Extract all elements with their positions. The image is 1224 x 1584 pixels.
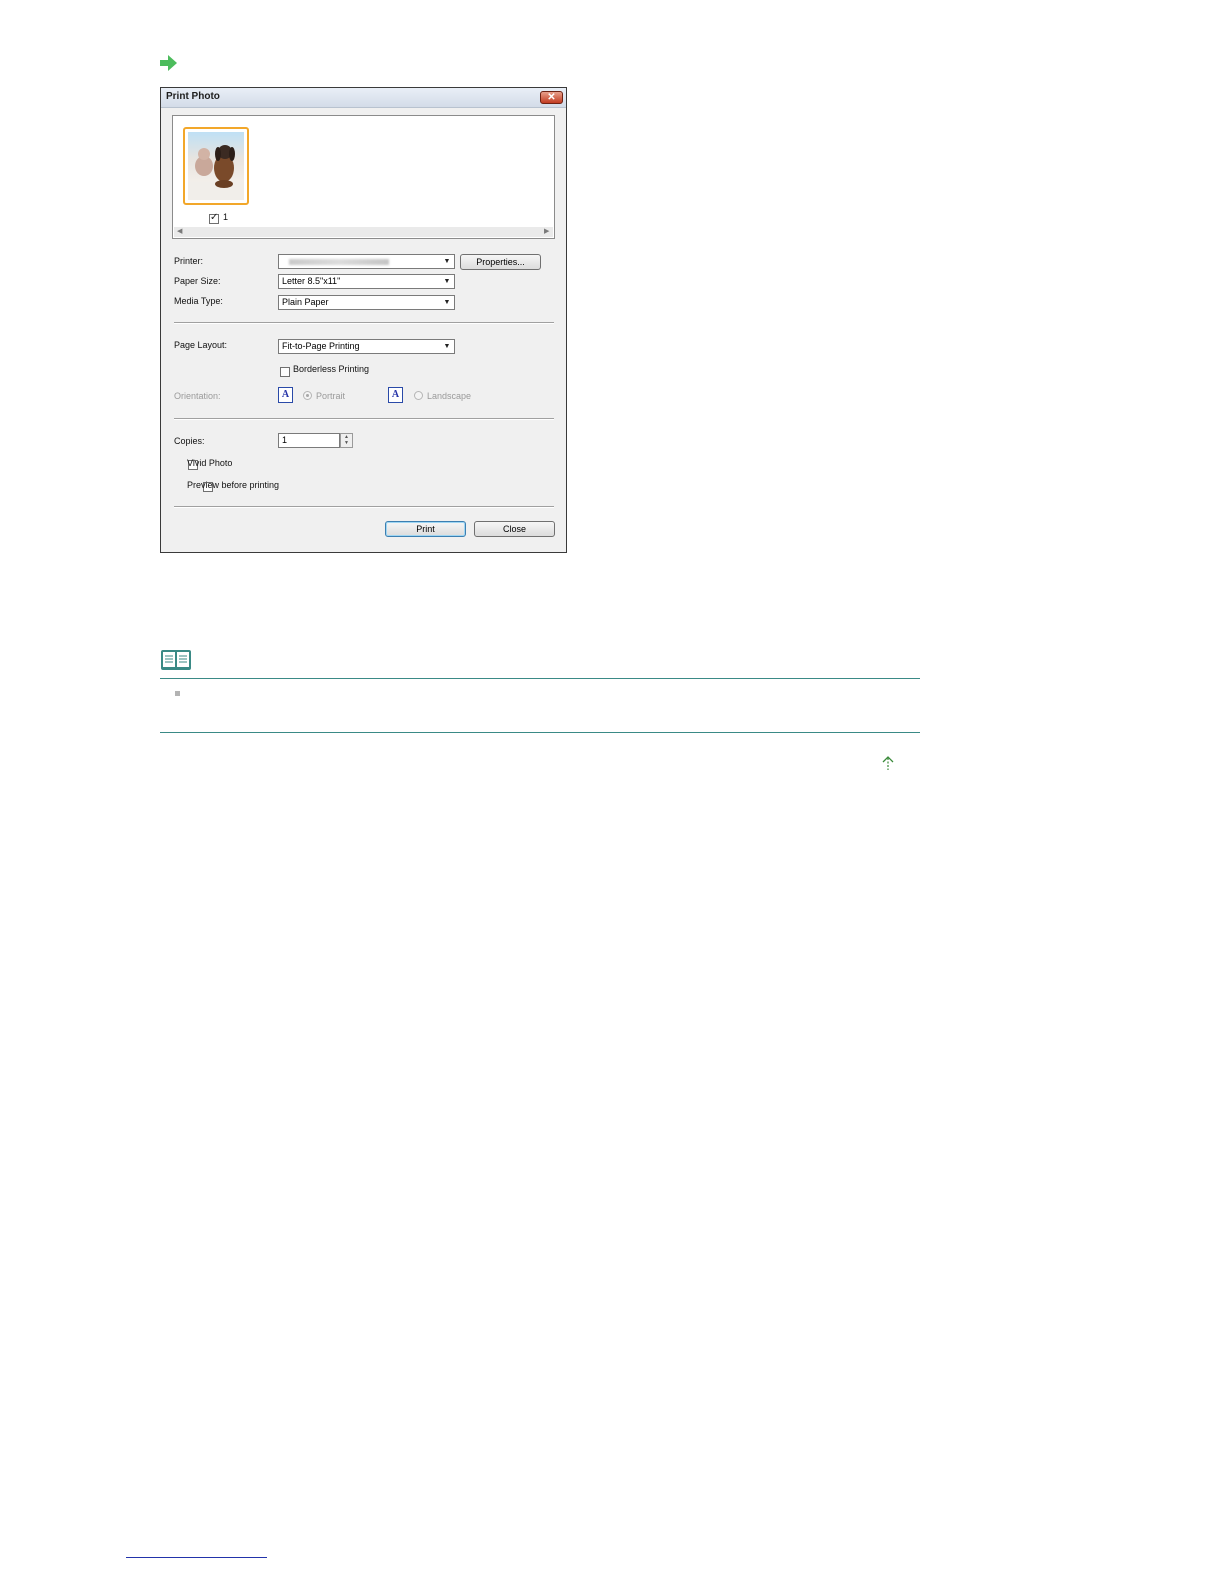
note-bottom-rule — [160, 732, 920, 733]
landscape-label: Landscape — [427, 391, 472, 401]
thumbnail-number: 1 — [223, 212, 229, 222]
media-type-label: Media Type: — [174, 296, 223, 306]
print-button[interactable]: Print — [385, 521, 466, 537]
borderless-printing-checkbox[interactable] — [280, 367, 290, 377]
photo-image — [188, 132, 244, 200]
scroll-left-icon[interactable]: ◀ — [177, 227, 182, 235]
stepper-down-icon[interactable]: ▼ — [341, 440, 352, 446]
printer-select[interactable]: ▼ — [278, 254, 455, 269]
note-top-rule — [160, 678, 920, 679]
thumbnail-panel: 1 ◀ ▶ — [172, 115, 555, 239]
page-layout-value: Fit-to-Page Printing — [282, 341, 360, 351]
dialog-title: Print Photo — [166, 91, 220, 102]
thumbnail-checkbox[interactable] — [209, 211, 219, 224]
page-layout-label: Page Layout: — [174, 340, 228, 350]
printer-label: Printer: — [174, 256, 204, 266]
preview-before-printing-label: Preview before printing — [187, 480, 280, 490]
close-window-button[interactable]: ✕ — [540, 91, 563, 104]
page-layout-select[interactable]: Fit-to-Page Printing ▼ — [278, 339, 455, 354]
paper-size-value: Letter 8.5"x11" — [282, 276, 341, 286]
copies-stepper[interactable]: ▲ ▼ — [340, 433, 353, 448]
separator — [174, 418, 554, 420]
thumbnail-scrollbar[interactable]: ◀ ▶ — [174, 227, 553, 237]
media-type-select[interactable]: Plain Paper ▼ — [278, 295, 455, 310]
footer-line — [126, 1557, 267, 1558]
copies-label: Copies: — [174, 436, 205, 446]
copies-input[interactable]: 1 — [278, 433, 340, 448]
print-photo-dialog: Print Photo ✕ 1 — [160, 87, 567, 553]
properties-button[interactable]: Properties... — [460, 254, 541, 270]
chevron-down-icon: ▼ — [443, 278, 451, 285]
photo-content — [188, 145, 244, 200]
printer-name-redacted — [289, 259, 389, 265]
separator — [174, 506, 554, 508]
chevron-down-icon: ▼ — [443, 258, 451, 265]
close-button[interactable]: Close — [474, 521, 555, 537]
photo-thumbnail[interactable] — [183, 127, 249, 205]
chevron-down-icon: ▼ — [443, 299, 451, 306]
dialog-titlebar: Print Photo ✕ — [161, 88, 566, 108]
portrait-label: Portrait — [316, 391, 346, 401]
up-arrow-icon[interactable] — [881, 755, 895, 771]
green-arrow-icon — [160, 55, 177, 71]
thumbnail-check-box — [209, 212, 219, 224]
vivid-photo-label: Vivid Photo — [187, 458, 233, 468]
paper-size-select[interactable]: Letter 8.5"x11" ▼ — [278, 274, 455, 289]
close-icon: ✕ — [547, 92, 556, 103]
portrait-orientation-icon: A — [278, 387, 293, 403]
note-bullet — [175, 691, 180, 696]
separator — [174, 322, 554, 324]
book-icon — [161, 650, 191, 670]
landscape-orientation-icon: A — [388, 387, 403, 403]
chevron-down-icon: ▼ — [443, 343, 451, 350]
landscape-radio[interactable] — [414, 391, 423, 400]
portrait-radio[interactable] — [303, 391, 312, 400]
media-type-value: Plain Paper — [282, 297, 329, 307]
paper-size-label: Paper Size: — [174, 276, 221, 286]
borderless-printing-label: Borderless Printing — [293, 364, 370, 374]
scroll-right-icon[interactable]: ▶ — [544, 227, 549, 235]
orientation-label: Orientation: — [174, 391, 221, 401]
